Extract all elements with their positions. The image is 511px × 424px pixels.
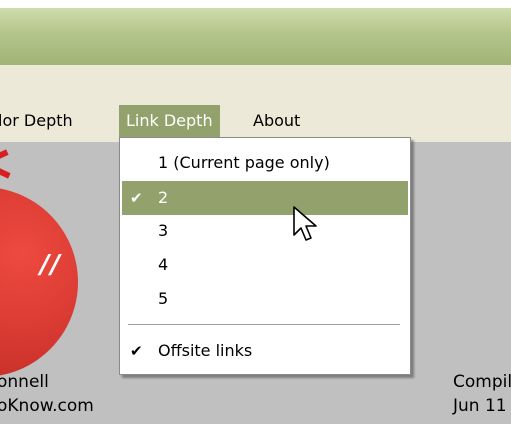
menu-color-depth[interactable]: lor Depth: [0, 105, 80, 137]
menu-item-depth-4[interactable]: 4: [122, 248, 408, 282]
menu-item-label: 5: [158, 289, 169, 308]
author-website: oKnow.com: [0, 396, 94, 416]
menu-item-depth-5[interactable]: 5: [122, 282, 408, 316]
title-bar[interactable]: [0, 8, 511, 65]
menu-bar: lor Depth Link Depth About: [0, 65, 511, 142]
logo-icon: [0, 187, 78, 377]
app-window: lor Depth Link Depth About // onnell oKn…: [0, 0, 511, 424]
menu-item-depth-2[interactable]: ✔ 2: [122, 181, 408, 215]
menu-item-offsite-links[interactable]: ✔ Offsite links: [122, 334, 408, 368]
menu-item-depth-1[interactable]: 1 (Current page only): [122, 146, 408, 180]
menu-separator: [128, 324, 400, 325]
compiled-date: Jun 11: [453, 396, 507, 416]
menu-item-label: 2: [158, 188, 169, 207]
checkmark-icon: ✔: [130, 189, 143, 207]
menu-item-depth-3[interactable]: 3: [122, 214, 408, 248]
link-depth-dropdown: 1 (Current page only) ✔ 2 3 4 5 ✔ Offsit…: [119, 137, 411, 375]
logo-accent: [0, 149, 9, 161]
logo-accent: [0, 167, 11, 179]
menu-item-label: 1 (Current page only): [158, 153, 330, 172]
menu-item-label: Offsite links: [158, 341, 253, 360]
mouse-pointer-icon: [293, 206, 317, 241]
menu-item-label: 4: [158, 255, 169, 274]
menu-item-label: 3: [158, 221, 169, 240]
menu-about[interactable]: About: [246, 105, 307, 137]
menu-link-depth[interactable]: Link Depth: [119, 105, 220, 137]
author-name: onnell: [0, 372, 49, 392]
logo-mark: //: [40, 250, 61, 280]
checkmark-icon: ✔: [130, 342, 143, 360]
compiled-label: Compile: [453, 372, 511, 392]
